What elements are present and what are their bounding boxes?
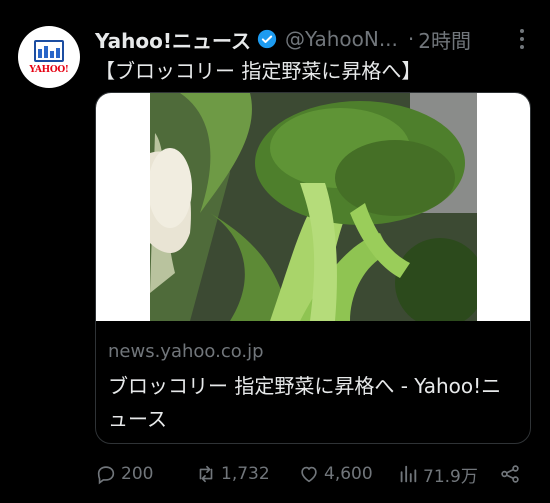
card-title[interactable]: ブロッコリー 指定野菜に昇格へ - Yahoo!ニュース	[108, 370, 518, 436]
time-separator: ·	[407, 27, 415, 51]
repost-count: 1,732	[221, 464, 270, 484]
verified-badge-icon	[257, 29, 277, 49]
like-count: 4,600	[324, 464, 373, 484]
repost-icon	[199, 465, 213, 483]
reply-count: 200	[121, 464, 154, 484]
share-button[interactable]	[499, 460, 525, 488]
avatar-logo: YAHOO!	[29, 64, 69, 75]
account-name[interactable]: Yahoo!ニュース	[95, 25, 251, 54]
reply-button[interactable]: 200	[95, 460, 153, 488]
account-handle[interactable]: @YahooN...	[285, 27, 398, 51]
card-domain[interactable]: news.yahoo.co.jp	[108, 341, 264, 362]
like-button[interactable]: 4,600	[298, 460, 373, 488]
news-monitor-icon	[34, 39, 64, 62]
tweet-time[interactable]: 2時間	[418, 25, 471, 54]
tweet-text: 【ブロッコリー 指定野菜に昇格へ】	[95, 59, 422, 83]
repost-button[interactable]: 1,732	[195, 460, 270, 488]
card-image[interactable]	[96, 93, 530, 321]
tweet-header: Yahoo!ニュース @YahooN... · 2時間	[95, 24, 532, 54]
views-chart-icon	[400, 465, 417, 483]
avatar[interactable]: YAHOO!	[18, 26, 80, 88]
heart-icon	[301, 466, 317, 483]
share-icon	[501, 465, 519, 483]
view-count: 71.9万	[423, 466, 478, 487]
tweet-actions: 200 1,732 4,600 71.9万	[95, 460, 525, 488]
reply-icon	[97, 466, 115, 485]
views-button[interactable]: 71.9万	[397, 460, 478, 488]
link-card[interactable]: news.yahoo.co.jp ブロッコリー 指定野菜に昇格へ - Yahoo…	[95, 92, 531, 444]
more-options-icon[interactable]	[512, 27, 532, 51]
broccoli-image	[150, 93, 477, 321]
